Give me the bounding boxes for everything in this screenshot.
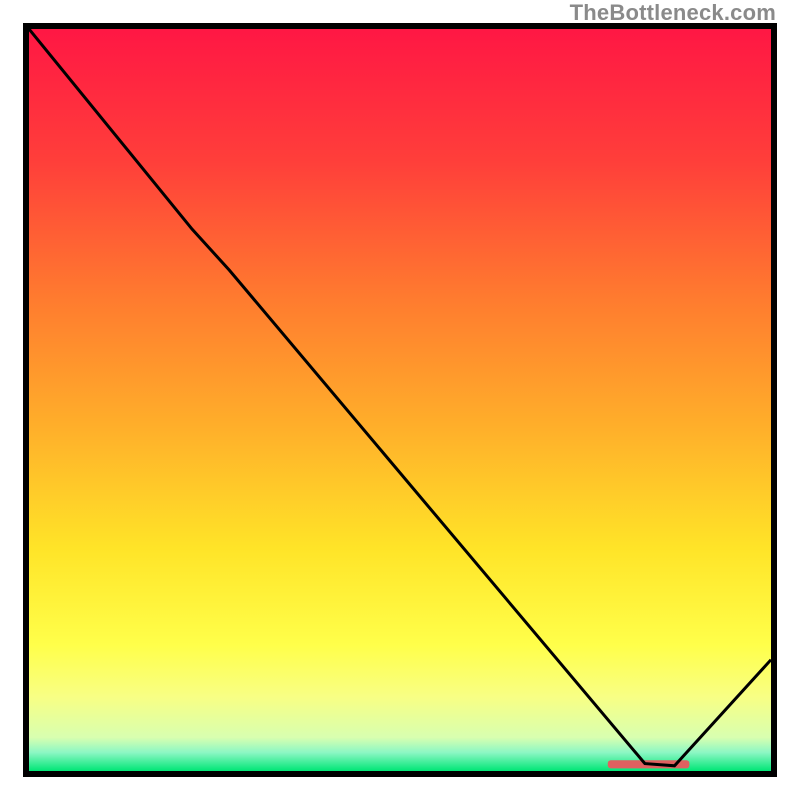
chart-svg xyxy=(29,29,771,771)
gradient-background xyxy=(29,29,771,771)
page-root: TheBottleneck.com xyxy=(0,0,800,800)
plot-area xyxy=(29,29,771,771)
chart-frame xyxy=(23,23,777,777)
